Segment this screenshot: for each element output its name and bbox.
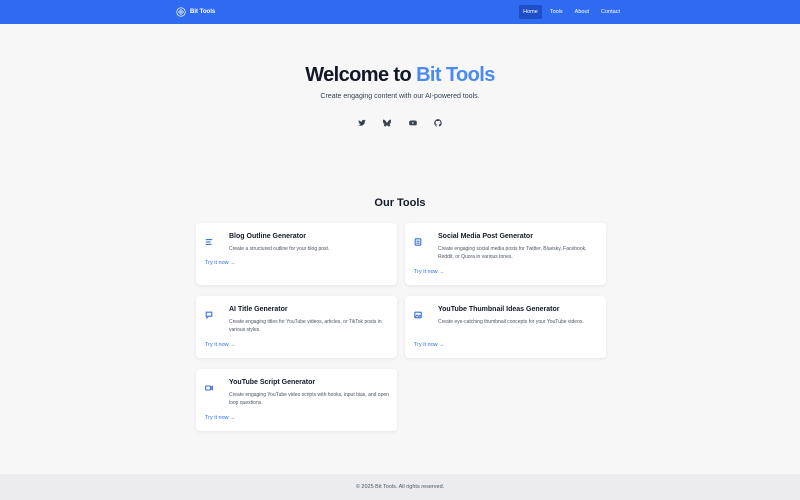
nav-links: Home Tools About Contact [519,0,624,24]
try-youtube-script-link[interactable]: Try it now → [205,415,236,421]
youtube-icon [408,120,417,126]
card-title: YouTube Thumbnail Ideas Generator [438,306,560,313]
document-icon [414,233,422,246]
card-title: YouTube Script Generator [229,379,316,386]
twitter-link[interactable] [354,115,370,131]
footer-copyright: © 2025 Bit Tools. All rights reserved. [355,484,445,490]
video-icon [205,379,213,391]
tool-card-ai-title: AI Title Generator Create engaging title… [196,296,397,358]
card-description: Create engaging YouTube video scripts wi… [229,392,389,406]
try-ai-title-link[interactable]: Try it now → [205,342,236,348]
tool-card-social-media-post: Social Media Post Generator Create engag… [405,223,606,285]
tool-card-youtube-thumbnail: YouTube Thumbnail Ideas Generator Create… [405,296,606,358]
tool-card-youtube-script: YouTube Script Generator Create engaging… [196,369,397,431]
list-icon [205,233,213,245]
brand-name: Bit Tools [190,9,216,15]
bluesky-link[interactable] [379,115,395,131]
social-links [352,115,448,131]
footer: © 2025 Bit Tools. All rights reserved. [0,474,800,500]
tool-card-blog-outline: Blog Outline Generator Create a structur… [196,223,397,285]
tools-heading: Our Tools [374,197,426,209]
card-description: Create a structured outline for your blo… [229,246,330,252]
brand-logo-icon [176,7,186,17]
card-title: Blog Outline Generator [229,233,307,240]
github-link[interactable] [430,115,446,131]
github-icon [434,119,442,127]
brand-logo-link[interactable]: Bit Tools [176,0,215,24]
hero-subtitle: Create engaging content with our AI-powe… [320,93,480,100]
nav-contact[interactable]: Contact [597,5,624,19]
card-title: AI Title Generator [229,306,288,313]
chat-icon [205,306,213,320]
card-description: Create eye-catching thumbnail concepts f… [438,319,584,325]
top-navbar: Bit Tools Home Tools About Contact [0,0,800,24]
try-youtube-thumbnail-link[interactable]: Try it now → [414,342,445,348]
youtube-link[interactable] [405,115,421,131]
twitter-icon [358,119,366,126]
hero-title: Welcome to Bit Tools [0,64,800,87]
hero-title-prefix: Welcome to [305,64,412,86]
try-social-media-post-link[interactable]: Try it now → [414,269,445,275]
hero-title-accent: Bit Tools [416,64,495,86]
card-title: Social Media Post Generator [438,233,533,240]
image-icon [414,306,422,319]
nav-home[interactable]: Home [519,5,542,19]
nav-tools[interactable]: Tools [546,5,567,19]
try-blog-outline-link[interactable]: Try it now → [205,260,236,266]
card-description: Create engaging social media posts for T… [438,246,587,260]
bluesky-icon [383,119,392,127]
nav-about[interactable]: About [571,5,593,19]
card-description: Create engaging titles for YouTube video… [229,319,382,333]
